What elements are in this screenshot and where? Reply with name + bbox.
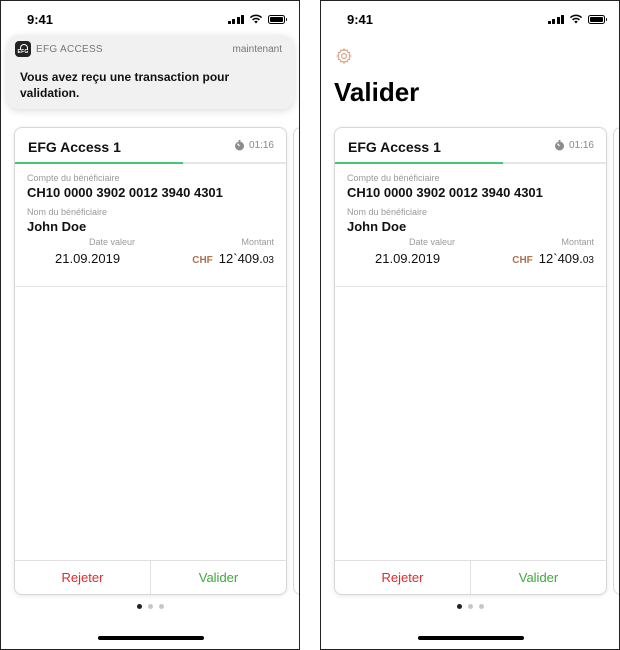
page-indicator [321, 604, 619, 609]
card-actions: Rejeter Valider [335, 560, 606, 594]
card-body: Compte du bénéficiaire CH10 0000 3902 00… [347, 172, 594, 277]
status-bar: 9:41 [321, 1, 619, 37]
validate-button[interactable]: Valider [471, 561, 606, 594]
amount-value: CHF 12`409.03 [192, 251, 274, 266]
card-actions: Rejeter Valider [15, 560, 286, 594]
home-indicator[interactable] [98, 636, 204, 640]
account-value: CH10 0000 3902 0012 3940 4301 [27, 185, 223, 200]
timer-text: 01:16 [248, 140, 274, 151]
page-dot[interactable] [158, 604, 164, 609]
date-value: 21.09.2019 [375, 251, 441, 266]
page-indicator [1, 604, 299, 609]
signal-icon [547, 14, 564, 24]
page-dot[interactable] [478, 604, 484, 609]
amount-label: Montant [561, 237, 594, 247]
account-label: Compte du bénéficiaire [27, 173, 120, 183]
transaction-card: EFG Access 1 01:16 Compte du bénéficiair… [14, 127, 287, 595]
notification-app-name: EFG ACCESS [36, 44, 103, 55]
timer: 01:16 [554, 140, 594, 151]
signal-icon [227, 14, 244, 24]
card-title: EFG Access 1 [28, 139, 121, 155]
amount-label: Montant [241, 237, 274, 247]
amount-cents: 03 [262, 255, 274, 266]
stopwatch-icon [554, 140, 564, 151]
battery-icon [268, 14, 287, 24]
reject-button[interactable]: Rejeter [15, 561, 151, 594]
validate-button[interactable]: Valider [151, 561, 286, 594]
date-label: Date valeur [409, 237, 456, 247]
phone-validate-screen: 9:41 Valider EFG Access 1 01:16 Compte d… [320, 0, 620, 650]
account-value: CH10 0000 3902 0012 3940 4301 [347, 185, 543, 200]
value-row: Date valeur 21.09.2019 Montant CHF 12`409… [347, 237, 594, 277]
timer-text: 01:16 [568, 140, 594, 151]
status-bar: 9:41 [1, 1, 299, 37]
beneficiary-value: John Doe [347, 219, 407, 234]
wifi-icon [569, 14, 583, 24]
card-divider [15, 286, 286, 287]
card-header: EFG Access 1 01:16 [15, 128, 286, 164]
beneficiary-label: Nom du bénéficiaire [27, 207, 108, 217]
amount-value: CHF 12`409.03 [512, 251, 594, 266]
timer: 01:16 [234, 140, 274, 151]
phone-notification-screen: 9:41 EFG EFG ACCESS maintenant Vous avez… [0, 0, 300, 650]
value-row: Date valeur 21.09.2019 Montant CHF 12`409… [27, 237, 274, 277]
countdown-progress-fill [15, 162, 184, 164]
account-label: Compte du bénéficiaire [347, 173, 440, 183]
beneficiary-value: John Doe [27, 219, 87, 234]
transaction-card: EFG Access 1 01:16 Compte du bénéficiair… [334, 127, 607, 595]
notification-time: maintenant [232, 44, 282, 55]
amount-main: 12`409. [538, 251, 583, 266]
stopwatch-icon [234, 140, 244, 151]
card-header: EFG Access 1 01:16 [335, 128, 606, 164]
amount-cents: 03 [582, 255, 594, 266]
battery-icon [588, 14, 607, 24]
card-divider [335, 286, 606, 287]
efg-app-icon: EFG [15, 41, 31, 57]
notification-banner[interactable]: EFG EFG ACCESS maintenant Vous avez reçu… [7, 35, 294, 109]
page-dot[interactable] [147, 604, 153, 609]
date-value: 21.09.2019 [55, 251, 121, 266]
page-dot[interactable] [467, 604, 473, 609]
settings-button[interactable] [334, 46, 354, 66]
home-indicator[interactable] [418, 636, 524, 640]
currency-code: CHF [512, 255, 533, 266]
card-body: Compte du bénéficiaire CH10 0000 3902 00… [27, 172, 274, 277]
amount-main: 12`409. [218, 251, 263, 266]
wifi-icon [249, 14, 263, 24]
gear-icon [336, 47, 352, 65]
card-title: EFG Access 1 [348, 139, 441, 155]
status-time: 9:41 [347, 12, 374, 27]
next-card-peek[interactable] [293, 127, 299, 595]
countdown-progress-fill [335, 162, 504, 164]
next-card-peek[interactable] [613, 127, 619, 595]
page-title: Valider [334, 77, 420, 107]
beneficiary-label: Nom du bénéficiaire [347, 207, 428, 217]
page-dot[interactable] [456, 604, 462, 609]
countdown-progress-bar [335, 162, 606, 164]
status-icons [227, 14, 287, 24]
status-icons [547, 14, 607, 24]
date-label: Date valeur [89, 237, 136, 247]
page-dot[interactable] [136, 604, 142, 609]
notification-message: Vous avez reçu une transaction pour vali… [20, 70, 230, 100]
currency-code: CHF [192, 255, 213, 266]
countdown-progress-bar [15, 162, 286, 164]
reject-button[interactable]: Rejeter [335, 561, 471, 594]
status-time: 9:41 [27, 12, 54, 27]
